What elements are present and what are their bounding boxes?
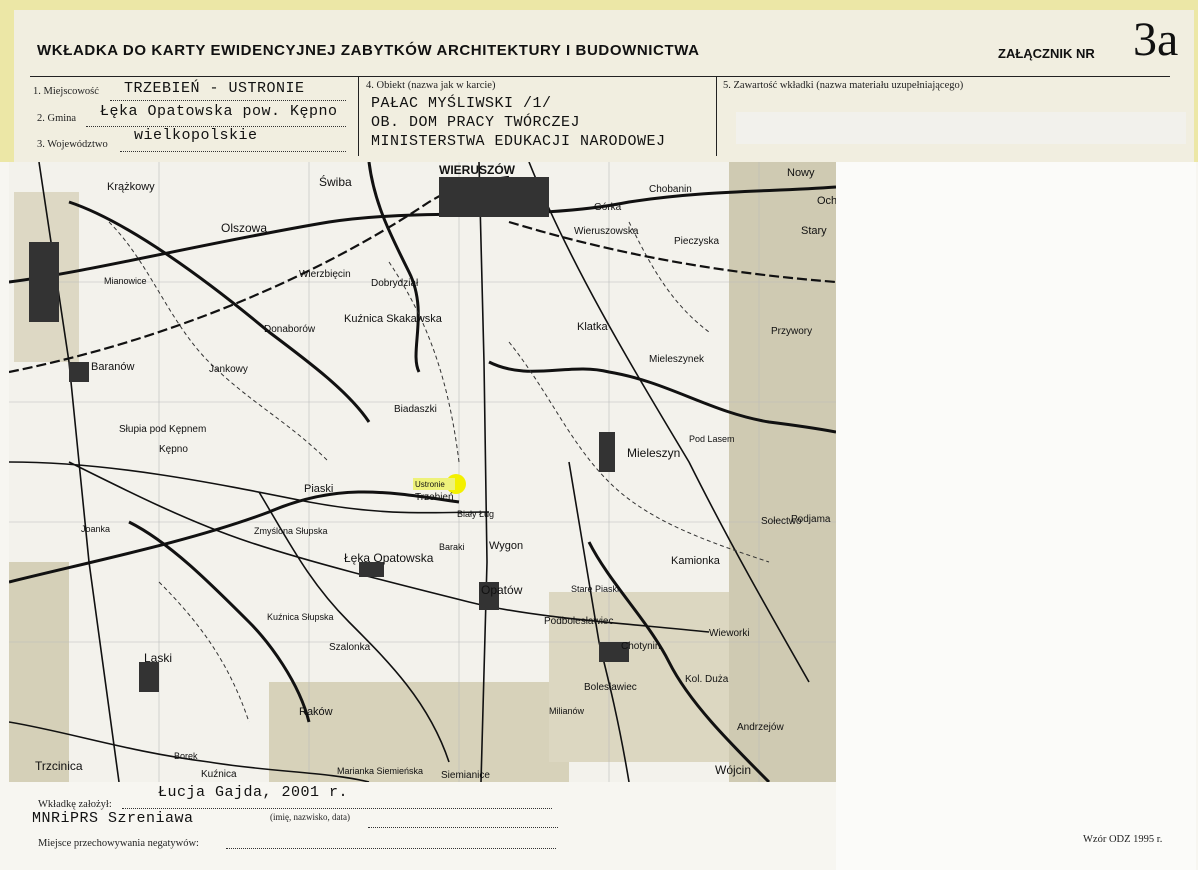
place-label: Kuźnica	[201, 769, 237, 780]
place-label: Milianów	[549, 706, 585, 716]
contents-label: 5. Zawartość wkładki (nazwa materiału uz…	[723, 80, 964, 91]
place-label: Klatka	[577, 321, 608, 333]
place-label: Trzcinica	[35, 759, 83, 773]
place-label: Pod Lasem	[689, 434, 735, 444]
place-label: Nowy	[787, 167, 815, 179]
negatives-label: Miejsce przechowywania negatywów:	[38, 838, 199, 849]
header-rule	[30, 76, 1170, 77]
locality-dots	[110, 100, 346, 101]
place-label: Olszowa	[221, 221, 267, 235]
terrain-shade-west	[9, 562, 69, 782]
place-label: WIERUSZÓW	[439, 162, 516, 177]
place-label: Wieworki	[709, 628, 750, 639]
place-label: Świba	[319, 174, 352, 189]
place-label: Mianowice	[104, 276, 147, 286]
founder-dots-2	[368, 827, 558, 828]
place-label: Wieruszowska	[574, 226, 639, 237]
place-label: Joanka	[81, 524, 110, 534]
place-label: Kuźnica Skakawska	[344, 313, 443, 325]
place-label: Ustronie	[415, 480, 445, 489]
topographic-map: Krążkowy Świba WIERUSZÓW Chobanin Nowy Oche Ol…	[9, 162, 836, 782]
place-label: Słupia pod Kępnem	[119, 424, 206, 435]
founder-label: Wkładkę założył:	[38, 799, 112, 810]
place-label: Baranów	[91, 361, 134, 373]
place-label: Wygon	[489, 540, 523, 552]
place-label: Oche	[817, 195, 836, 207]
right-blank-panel	[836, 162, 1196, 870]
place-label: Biadaszki	[394, 404, 437, 415]
place-label: Baraki	[439, 542, 465, 552]
locality-value: TRZEBIEŃ - USTRONIE	[124, 80, 305, 97]
redacted-area	[736, 112, 1186, 144]
place-label: Kuźnica Słupska	[267, 612, 334, 622]
place-label: Borek	[174, 751, 198, 761]
attachment-number: 3a	[1133, 13, 1179, 66]
object-line-3: MINISTERSTWA EDUKACJI NARODOWEJ	[371, 133, 666, 150]
terrain-shade-east	[729, 162, 836, 782]
place-label: Górka	[594, 202, 622, 213]
object-line-1: PAŁAC MYŚLIWSKI /1/	[371, 95, 552, 112]
field-divider-1	[358, 76, 359, 156]
voivodeship-label: 3. Województwo	[37, 139, 108, 150]
place-label: Stare Piaski	[571, 584, 619, 594]
place-label: Kamionka	[671, 555, 721, 567]
place-label: Trzebień	[415, 492, 454, 503]
place-label: Marianka Siemieńska	[337, 766, 423, 776]
founder-dots	[122, 808, 552, 809]
place-label: Podjama	[791, 514, 831, 525]
place-label: Wójcin	[715, 763, 751, 777]
place-label: Raków	[299, 706, 333, 718]
place-label: Jankowy	[209, 364, 248, 375]
place-label: Łęka Opatowska	[344, 551, 434, 565]
municipality-value: Łęka Opatowska pow. Kępno	[100, 103, 338, 120]
founder-value: Łucja Gajda, 2001 r.	[158, 784, 349, 801]
location-map: Krążkowy Świba WIERUSZÓW Chobanin Nowy Oche Ol…	[9, 162, 836, 782]
municipality-label: 2. Gmina	[37, 113, 77, 124]
institution-value: MNRiPRS Szreniawa	[32, 810, 194, 827]
place-label: Opatów	[481, 583, 523, 597]
place-label: Biały Ług	[457, 509, 494, 519]
voivodeship-dots	[120, 151, 346, 152]
place-label: Siemianice	[441, 770, 490, 781]
place-label: Szalonka	[329, 642, 371, 653]
place-label: Kępno	[159, 444, 188, 455]
object-label: 4. Obiekt (nazwa jak w karcie)	[366, 80, 496, 91]
form-version: Wzór ODZ 1995 r.	[1083, 834, 1163, 845]
negatives-dots	[226, 848, 556, 849]
place-label: Donaborów	[264, 324, 316, 335]
place-label: Dobrydział	[371, 278, 419, 289]
place-label: Andrzejów	[737, 722, 784, 733]
field-divider-2	[716, 76, 717, 156]
founder-hint: (imię, nazwisko, data)	[270, 812, 350, 822]
voivodeship-value: wielkopolskie	[134, 127, 258, 144]
place-label: Bolesławiec	[584, 682, 637, 693]
place-label: Chobanin	[649, 184, 692, 195]
place-label: Zmyślona Słupska	[254, 526, 328, 536]
place-label: Mieleszyn	[627, 446, 680, 460]
place-label: Stary	[801, 225, 827, 237]
place-label: Chotynin	[621, 641, 660, 652]
form-title: WKŁADKA DO KARTY EWIDENCYJNEJ ZABYTKÓW A…	[37, 42, 700, 59]
place-label: Laski	[144, 651, 172, 665]
place-label: Pieczyska	[674, 236, 719, 247]
place-label: Przywory	[771, 326, 812, 337]
place-label: Wierzbięcin	[299, 269, 351, 280]
place-label: Kol. Duża	[685, 674, 729, 685]
place-label: Mieleszynek	[649, 354, 705, 365]
place-label: Podbolesławiec	[544, 616, 614, 627]
locality-label: 1. Miejscowość	[33, 86, 99, 97]
attachment-label: ZAŁĄCZNIK NR	[998, 46, 1095, 61]
object-line-2: OB. DOM PRACY TWÓRCZEJ	[371, 114, 581, 131]
inventory-card: WKŁADKA DO KARTY EWIDENCYJNEJ ZABYTKÓW A…	[0, 0, 1198, 870]
place-label: Piaski	[304, 483, 333, 495]
place-label: Krążkowy	[107, 181, 155, 193]
